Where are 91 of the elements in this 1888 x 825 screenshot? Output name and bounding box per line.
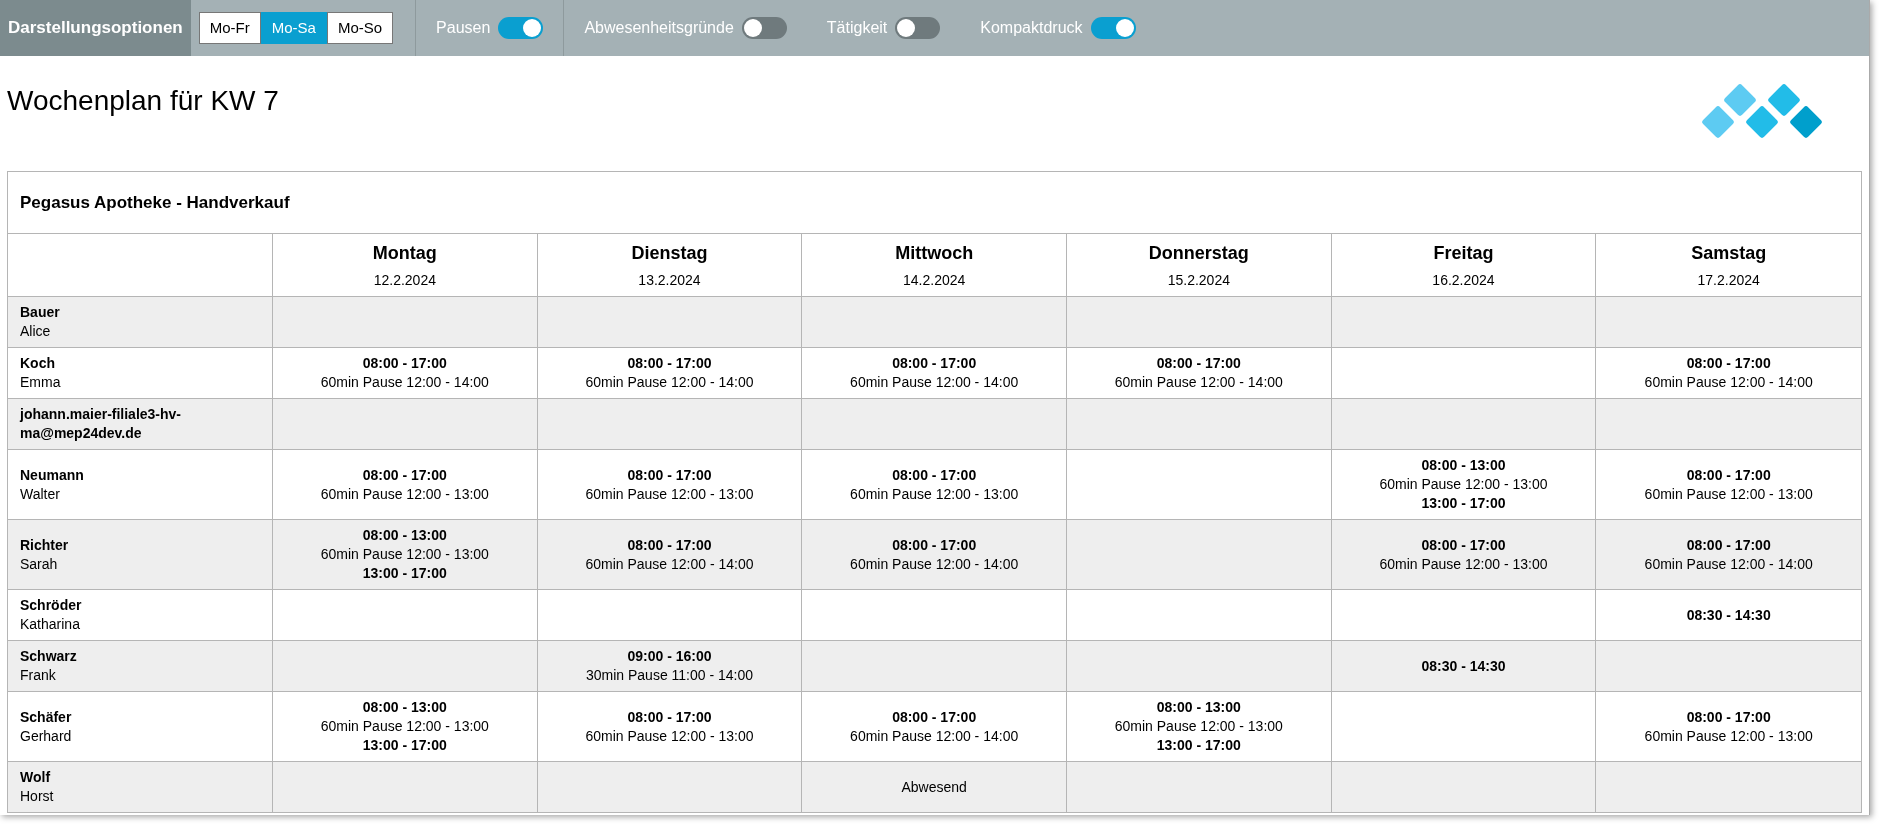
toggle-switch[interactable] [741,17,787,39]
pause-info: 60min Pause 12:00 - 13:00 [585,726,754,746]
pause-info: 60min Pause 12:00 - 14:00 [850,726,1019,746]
pause-info: 60min Pause 12:00 - 14:00 [1644,373,1813,392]
pause-info: 60min Pause 12:00 - 13:00 [320,545,489,564]
employee-first-name: Sarah [20,554,59,574]
shift-time: 08:00 - 17:00 [627,707,712,727]
day-name: Dienstag [631,241,708,265]
day-date: 12.2.2024 [373,270,436,290]
pause-info: 60min Pause 12:00 - 13:00 [1379,475,1548,494]
pause-info: 60min Pause 12:00 - 13:00 [1644,726,1813,746]
pause-info: 60min Pause 12:00 - 14:00 [1114,373,1283,392]
employee-first-name: Gerhard [20,726,73,746]
employee-first-name: Horst [20,787,55,806]
toggle-switch[interactable] [1090,17,1136,39]
employee-last-name: Wolf [20,768,52,787]
pause-info: 60min Pause 12:00 - 14:00 [1644,554,1813,574]
shift-time: 13:00 - 17:00 [1421,494,1506,513]
pause-info: 60min Pause 12:00 - 13:00 [1379,554,1548,574]
pause-info: 60min Pause 12:00 - 13:00 [320,717,489,736]
shift-time: 08:00 - 17:00 [1686,707,1771,727]
day-name: Mittwoch [895,241,974,265]
toggle-label: Pausen [436,18,491,38]
employee-last-name: Neumann [20,465,85,485]
shift-time: 08:00 - 17:00 [627,535,712,555]
employee-last-name: Richter [20,535,70,555]
shift-time: 08:00 - 13:00 [1156,698,1241,717]
pause-info: 60min Pause 12:00 - 14:00 [320,373,489,392]
employee-first-name: Frank [20,666,57,685]
pause-info: 60min Pause 12:00 - 13:00 [850,484,1019,504]
day-date: 13.2.2024 [638,270,701,290]
employee-first-name: Katharina [20,615,81,634]
pause-info: 60min Pause 12:00 - 13:00 [585,484,754,504]
shift-time: 09:00 - 16:00 [627,647,712,666]
shift-time: 13:00 - 17:00 [1156,736,1241,755]
shift-time: 13:00 - 17:00 [362,564,447,583]
shift-time: 08:00 - 17:00 [362,465,447,485]
toggle-label: Kompaktdruck [980,18,1083,38]
employee-last-name: johann.maier-filiale3-hv-ma@mep24dev.de [20,405,183,443]
employee-last-name: Schäfer [20,707,73,727]
table-title: Pegasus Apotheke - Handverkauf [8,172,1861,234]
shift-time: 08:00 - 17:00 [892,707,977,727]
shift-time: 08:00 - 17:00 [1686,465,1771,485]
pause-info: 60min Pause 12:00 - 14:00 [585,554,754,574]
day-name: Montag [372,241,437,265]
shift-time: 08:00 - 17:00 [1156,354,1241,373]
pause-info: 60min Pause 12:00 - 14:00 [585,373,754,392]
employee-last-name: Schwarz [20,647,78,666]
shift-time: 08:30 - 14:30 [1686,605,1771,625]
shift-time: 08:00 - 17:00 [1686,535,1771,555]
employee-first-name: Alice [20,322,52,341]
employee-last-name: Koch [20,354,56,373]
pause-info: 30min Pause 11:00 - 14:00 [585,666,754,685]
employee-first-name: Walter [20,484,61,504]
shift-time: 08:00 - 17:00 [1421,535,1506,555]
shift-time: 08:30 - 14:30 [1421,656,1506,676]
shift-time: 08:00 - 13:00 [362,698,447,717]
shift-time: 08:00 - 17:00 [362,354,447,373]
employee-last-name: Schröder [20,596,83,615]
pause-info: 60min Pause 12:00 - 13:00 [1644,484,1813,504]
pause-info: 60min Pause 12:00 - 14:00 [850,554,1019,574]
range-option[interactable]: Mo-So [326,12,394,44]
pause-info: 60min Pause 12:00 - 13:00 [1114,717,1283,736]
day-date: 17.2.2024 [1697,270,1760,290]
day-name: Donnerstag [1148,241,1249,265]
shift-time: 08:00 - 17:00 [892,354,977,373]
pause-info: 60min Pause 12:00 - 13:00 [320,484,489,504]
toolbar-title: Darstellungsoptionen [0,0,191,56]
shift-time: 08:00 - 17:00 [892,465,977,485]
day-date: 14.2.2024 [903,270,966,290]
shift-time: 08:00 - 17:00 [1686,354,1771,373]
toggle-switch[interactable] [895,17,941,39]
day-date: 15.2.2024 [1167,270,1230,290]
employee-first-name: Emma [20,373,62,392]
day-name: Samstag [1691,241,1767,265]
toggle-label: Tätigkeit [826,18,888,38]
pause-info: 60min Pause 12:00 - 14:00 [850,373,1019,392]
absence-label: Abwesend [901,777,967,797]
toggle-switch[interactable] [498,17,544,39]
shift-time: 08:00 - 17:00 [892,535,977,555]
employee-last-name: Bauer [20,303,61,322]
shift-time: 08:00 - 13:00 [1421,456,1506,475]
shift-time: 08:00 - 17:00 [627,354,712,373]
day-date: 16.2.2024 [1432,270,1495,290]
page-heading: Wochenplan für KW 7 [7,84,279,118]
toggle-label: Abwesenheitsgründe [584,18,734,38]
shift-time: 13:00 - 17:00 [362,736,447,755]
shift-time: 08:00 - 17:00 [627,465,712,485]
range-option[interactable]: Mo-Fr [198,12,261,44]
shift-time: 08:00 - 13:00 [362,526,447,545]
day-name: Freitag [1433,241,1494,265]
